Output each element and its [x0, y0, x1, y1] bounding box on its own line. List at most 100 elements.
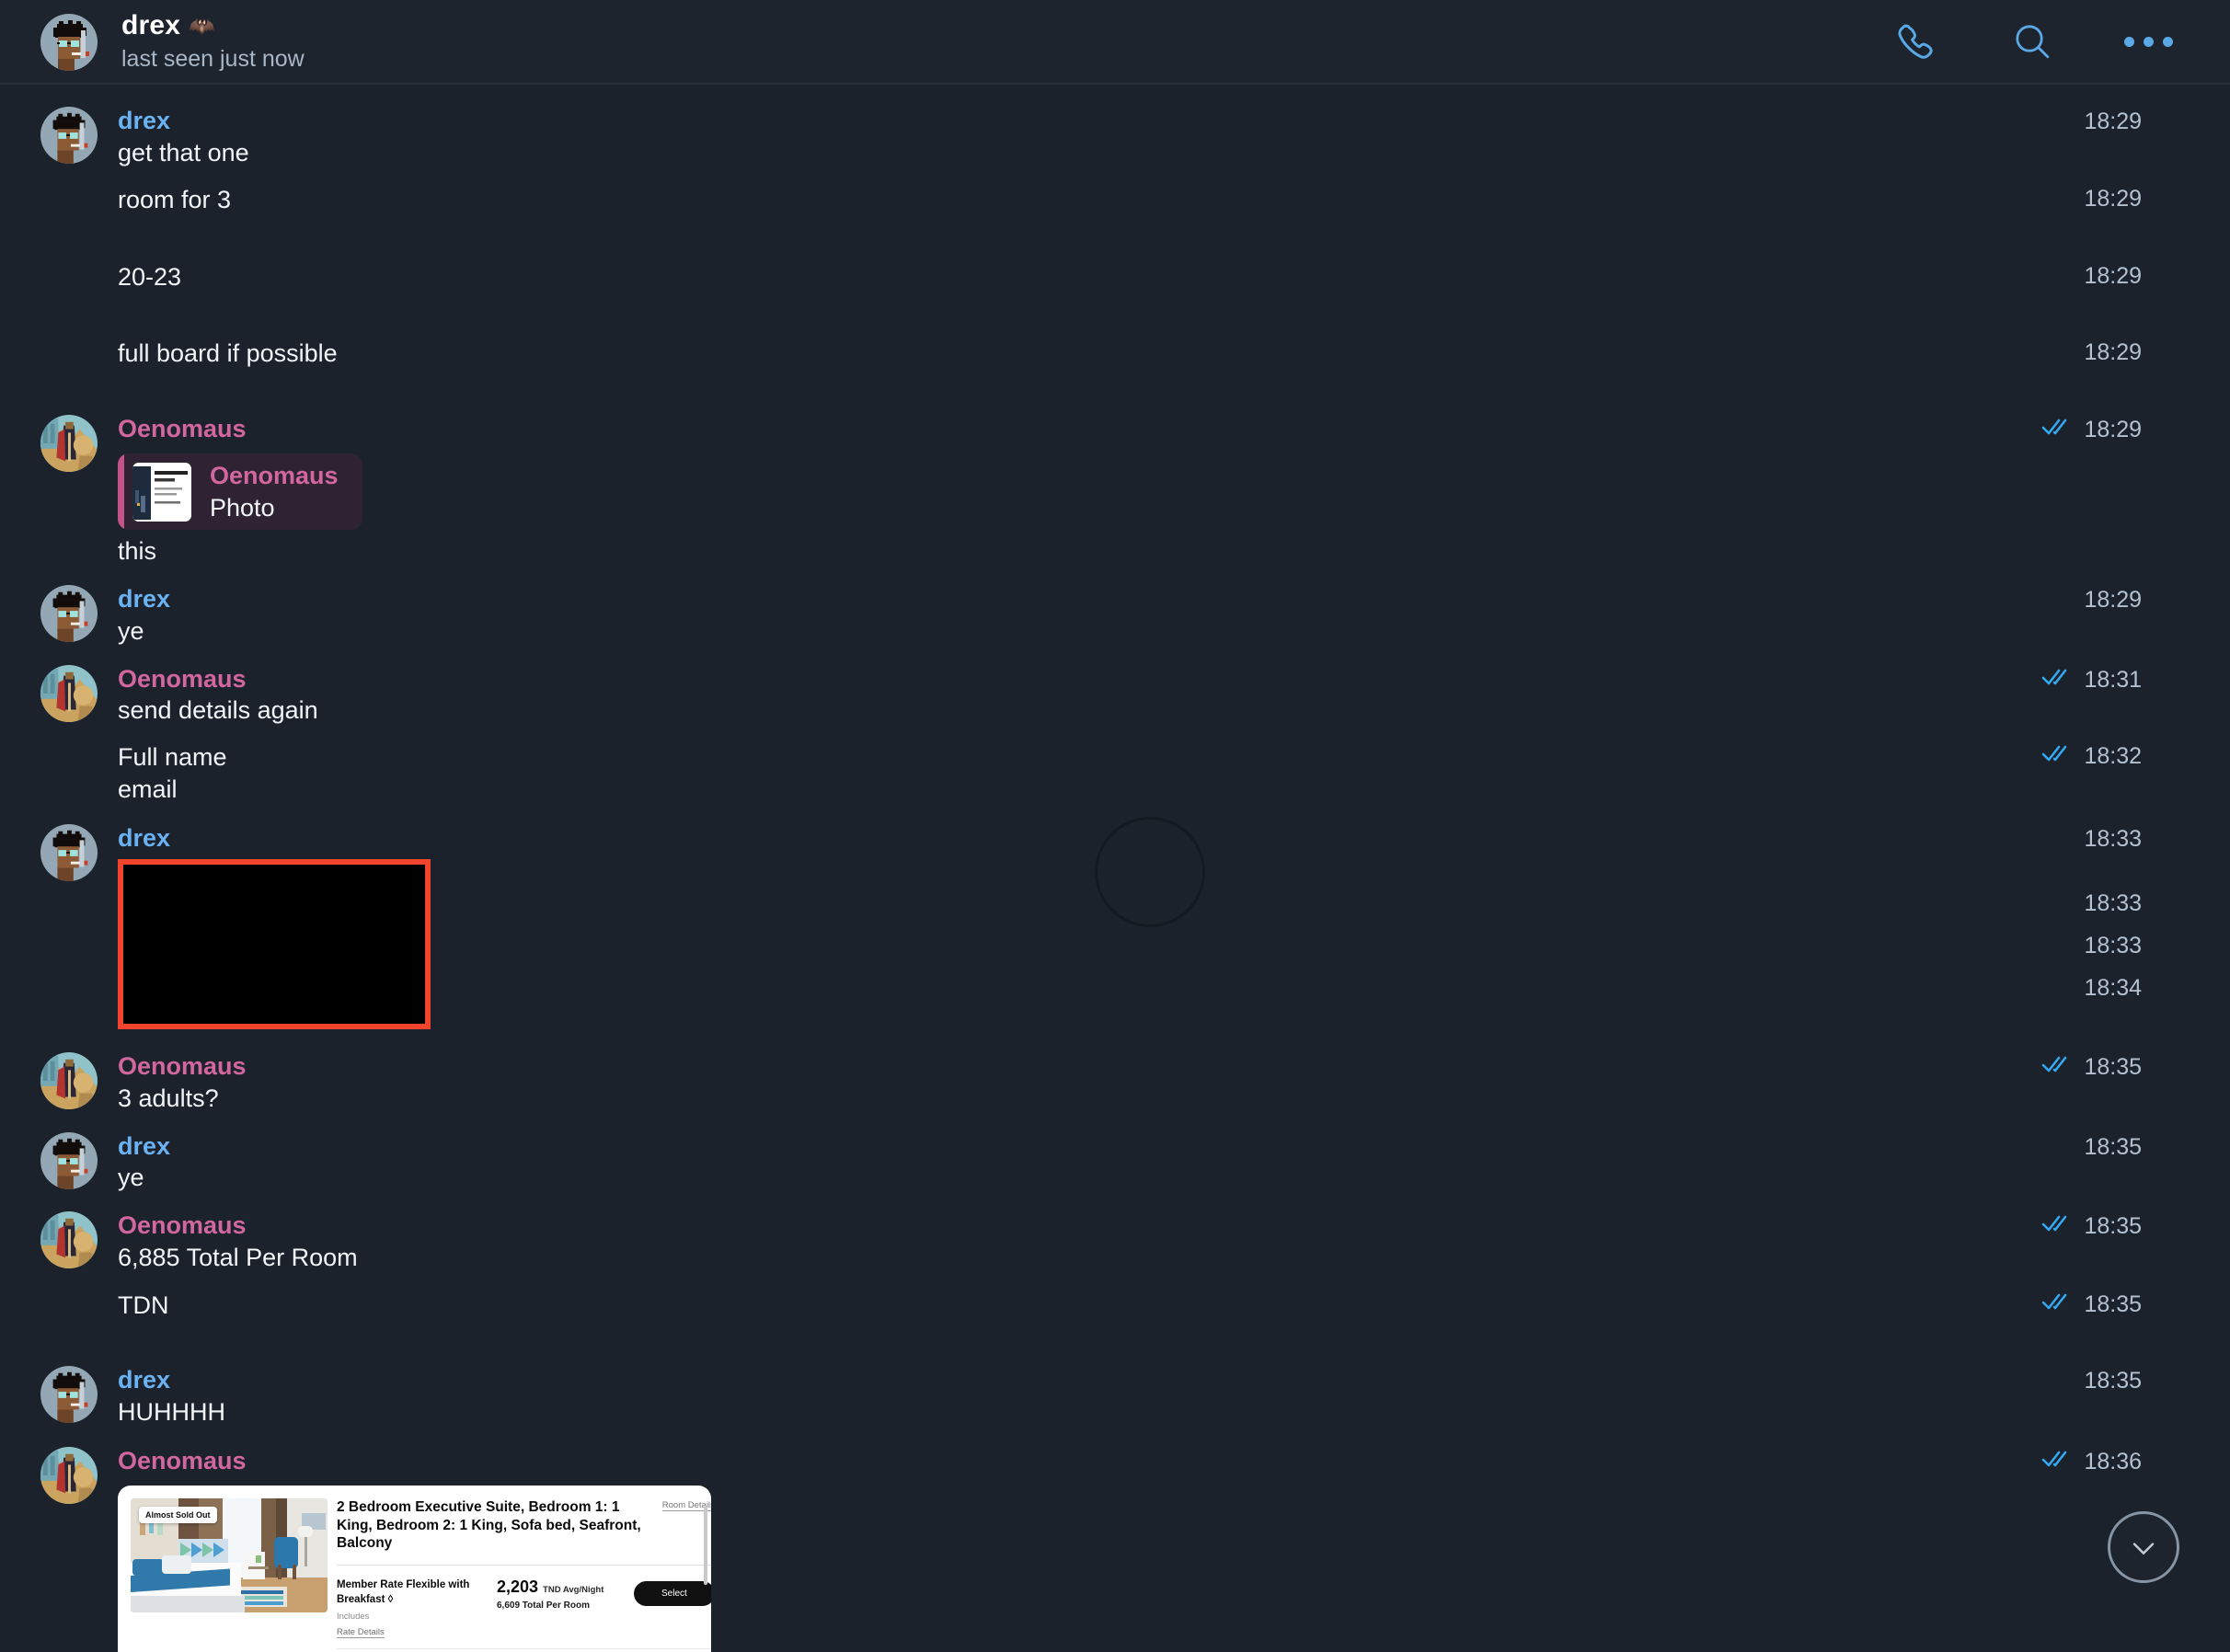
read-receipt-icon	[2041, 743, 2073, 770]
message-body: Oenomaus send details again	[118, 663, 2230, 728]
reply-text-block: Oenomaus Photo	[210, 461, 339, 522]
select-rate-button[interactable]: Select	[634, 1580, 711, 1606]
message-text: Full name email	[118, 743, 227, 804]
message-row[interactable]: TDN 18:35	[0, 1290, 2230, 1348]
timestamp-text: 18:35	[2084, 1291, 2142, 1317]
read-receipt-icon	[2041, 417, 2073, 443]
timestamp-text: 18:35	[2084, 1133, 2142, 1160]
timestamp-text: 18:29	[2084, 109, 2142, 134]
message-body: drex HUHHHH	[118, 1364, 2230, 1428]
avatar-spacer	[40, 186, 98, 243]
rate-includes: Includes	[337, 1612, 370, 1623]
room-title: 2 Bedroom Executive Suite, Bedroom 1: 1 …	[337, 1499, 641, 1552]
avatar[interactable]	[40, 1211, 98, 1269]
message-text: full board if possible	[118, 338, 338, 367]
avatar-spacer	[40, 1291, 98, 1348]
message-row[interactable]: Oenomaus	[0, 1445, 2230, 1652]
message-body: TDN	[118, 1290, 2230, 1322]
avatar-spacer	[40, 339, 98, 396]
redacted-media-block[interactable]	[118, 859, 431, 1030]
timestamp-text: 18:29	[2084, 587, 2142, 614]
timestamp-text: 18:35	[2084, 1213, 2142, 1240]
avatar[interactable]	[40, 414, 98, 472]
availability-badge: Almost Sold Out	[139, 1507, 217, 1524]
timestamp-text: 18:29	[2084, 185, 2142, 212]
message-row[interactable]: drex get that one 18:29	[0, 105, 2230, 169]
last-seen-status: last seen just now	[121, 46, 305, 72]
message-timestamp: 18:33	[2084, 890, 2142, 917]
timestamp-text: 18:35	[2084, 1054, 2142, 1081]
message-sender[interactable]: drex	[118, 1130, 2230, 1163]
message-row[interactable]: Oenomaus 6,885 Total Per Room 18:35	[0, 1210, 2230, 1274]
message-sender[interactable]: drex	[118, 105, 2230, 137]
chat-header: drex 🦇 last seen just now	[0, 0, 2230, 85]
rate-name-block: Member Rate Flexible with Breakfast ◊ In…	[337, 1578, 491, 1640]
booking-details-column: 2 Bedroom Executive Suite, Bedroom 1: 1 …	[328, 1486, 711, 1652]
message-row[interactable]: Oenomaus	[0, 413, 2230, 568]
avatar-spacer	[40, 263, 98, 320]
avatar[interactable]	[40, 823, 98, 881]
read-receipt-icon	[2041, 667, 2073, 694]
message-row[interactable]: Full name email 18:32	[0, 741, 2230, 806]
message-sender[interactable]: Oenomaus	[118, 663, 2230, 695]
booking-photo-column: Almost Sold Out	[118, 1486, 328, 1652]
card-scrollbar[interactable]	[704, 1506, 707, 1586]
message-text: room for 3	[118, 185, 232, 213]
rate-unit: TND Avg/Night	[543, 1584, 604, 1595]
chat-partner-avatar[interactable]	[40, 14, 98, 71]
hotel-room-photo: Almost Sold Out	[131, 1498, 328, 1613]
message-row[interactable]: Oenomaus 3 adults? 18:35	[0, 1050, 2230, 1115]
message-sender[interactable]: Oenomaus	[118, 1050, 2230, 1083]
avatar[interactable]	[40, 664, 98, 722]
room-title-row: 2 Bedroom Executive Suite, Bedroom 1: 1 …	[337, 1498, 711, 1566]
read-receipt-icon	[2041, 1054, 2073, 1081]
message-text: HUHHHH	[118, 1397, 225, 1426]
reply-content-type: Photo	[210, 493, 275, 522]
message-sender[interactable]: Oenomaus	[118, 413, 2230, 445]
message-text: 20-23	[118, 262, 182, 291]
message-body: drex get that one	[118, 105, 2230, 169]
message-text: TDN	[118, 1291, 169, 1319]
avatar[interactable]	[40, 1366, 98, 1423]
message-text: ye	[118, 616, 144, 645]
message-timestamp: 18:29	[2084, 263, 2142, 290]
message-body: drex ye	[118, 1130, 2230, 1195]
rate-amount: 2,203	[497, 1577, 539, 1596]
more-options-icon[interactable]	[2123, 17, 2173, 66]
message-sender[interactable]: Oenomaus	[118, 1210, 2230, 1242]
message-sender[interactable]: Oenomaus	[118, 1445, 2230, 1477]
message-sender[interactable]: drex	[118, 1364, 2230, 1396]
booking-screenshot-attachment[interactable]: Almost Sold Out 2 Bedroom Executive Suit…	[118, 1486, 711, 1652]
message-timestamp: 18:32	[2041, 743, 2142, 770]
message-row[interactable]: drex ye 18:29	[0, 583, 2230, 648]
avatar[interactable]	[40, 1131, 98, 1189]
message-row[interactable]: room for 3 18:29	[0, 184, 2230, 243]
scroll-to-bottom-button[interactable]	[2108, 1511, 2179, 1583]
message-row[interactable]: drex HUHHHH 18:35	[0, 1364, 2230, 1428]
message-sender[interactable]: drex	[118, 583, 2230, 615]
message-timestamp: 18:31	[2041, 667, 2142, 694]
message-row[interactable]: drex ye 18:35	[0, 1130, 2230, 1195]
rate-row: Member Rate Flexible with Breakfast ◊ In…	[337, 1566, 711, 1644]
message-row[interactable]: Oenomaus send details again 18:31	[0, 663, 2230, 728]
avatar[interactable]	[40, 585, 98, 643]
phone-icon[interactable]	[1891, 17, 1941, 66]
message-row[interactable]: 20-23 18:29	[0, 261, 2230, 320]
reply-quote[interactable]: Oenomaus Photo	[118, 453, 362, 530]
rate-amount-row: 2,203 TND Avg/Night	[497, 1578, 634, 1595]
message-timestamp: 18:36	[2041, 1449, 2142, 1475]
search-icon[interactable]	[2007, 17, 2057, 66]
message-timestamp: 18:35	[2041, 1213, 2142, 1240]
message-row[interactable]: full board if possible 18:29	[0, 338, 2230, 396]
rate-details-link[interactable]: Rate Details	[337, 1627, 385, 1639]
avatar[interactable]	[40, 107, 98, 164]
message-body: room for 3	[118, 184, 2230, 216]
avatar[interactable]	[40, 1446, 98, 1504]
read-receipt-icon	[2041, 1213, 2073, 1240]
timestamp-text: 18:35	[2084, 1368, 2142, 1394]
avatar[interactable]	[40, 1052, 98, 1110]
timestamp-text: 18:33	[2084, 825, 2142, 852]
message-timestamp: 18:35	[2084, 1368, 2142, 1394]
reply-author: Oenomaus	[210, 462, 339, 490]
header-actions	[1891, 17, 2193, 66]
